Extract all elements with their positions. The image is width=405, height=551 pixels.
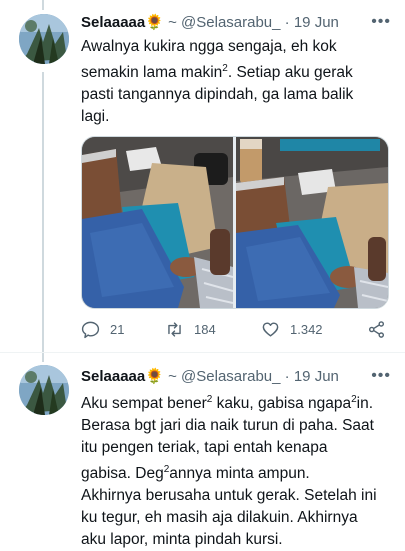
heart-icon [262,322,279,337]
photo-right-image [236,137,388,308]
like-count: 1.342 [290,322,323,337]
tweet-actions: 21 184 1.342 [81,320,391,340]
text-line: . Setiap aku gerak [227,64,353,82]
dot-separator: · [284,368,290,385]
text-line: Akhirnya berusaha untuk gerak. Setelah i… [81,487,377,505]
avatar-image [19,365,69,415]
tweet-header: Selaaaaa🌻 ~ @Selasarabu_ · 19 Jun [81,368,339,386]
tweet-header: Selaaaaa🌻 ~ @Selasarabu_ · 19 Jun [81,14,339,32]
photo-left-image [82,137,233,308]
tweet-media[interactable] [81,136,389,309]
text-line: in. [356,395,374,413]
text-line: Aku sempat bener [81,395,207,413]
text-line: lagi. [81,108,110,126]
sunflower-emoji: 🌻 [145,368,164,385]
text-line: Berasa bgt jari dia naik turun di paha. … [81,417,374,435]
more-icon[interactable]: ••• [371,13,391,31]
text-line: Awalnya kukira ngga sengaja, eh kok [81,38,337,55]
avatar[interactable] [19,365,69,415]
thread-line [42,72,44,362]
text-line: annya minta ampun. [169,465,310,483]
text-line: semakin lama makin [81,64,223,82]
display-name[interactable]: Selaaaaa [81,14,145,31]
retweet-count: 184 [194,322,216,337]
photo-right[interactable] [236,137,388,308]
name-separator: ~ [168,368,177,385]
text-line: kaku, gabisa ngapa [212,395,352,413]
tweet-2[interactable]: Selaaaaa🌻 ~ @Selasarabu_ · 19 Jun ••• Ak… [0,353,405,548]
share-button[interactable] [367,320,386,339]
reply-count: 21 [110,322,125,337]
photo-left[interactable] [82,137,233,308]
tweet-text: Aku sempat bener2 kaku, gabisa ngapa2in.… [81,389,391,551]
display-name[interactable]: Selaaaaa [81,368,145,385]
share-icon [368,321,385,338]
name-separator: ~ [168,14,177,31]
text-line: ku tegur, eh masih aja dilakuin. Akhirny… [81,509,358,527]
text-line: pasti tangannya dipindah, ga lama balik [81,86,354,104]
avatar-image [19,14,69,64]
tweet-1[interactable]: Selaaaaa🌻 ~ @Selasarabu_ · 19 Jun ••• Aw… [0,0,405,352]
text-line: gabisa. Deg [81,465,164,483]
sunflower-emoji: 🌻 [145,14,164,31]
tweet-text: Awalnya kukira ngga sengaja, eh kok sema… [81,36,391,128]
retweet-button[interactable]: 184 [165,320,216,339]
user-handle[interactable]: @Selasarabu_ [181,368,280,385]
text-line: itu pengen teriak, tapi entah kenapa [81,439,328,457]
dot-separator: · [284,14,290,31]
more-icon[interactable]: ••• [371,367,391,385]
user-handle[interactable]: @Selasarabu_ [181,14,280,31]
tweet-date[interactable]: 19 Jun [294,368,339,385]
tweet-date[interactable]: 19 Jun [294,14,339,31]
avatar[interactable] [19,14,69,64]
like-button[interactable]: 1.342 [261,320,323,339]
retweet-icon [168,322,181,337]
reply-icon [81,321,100,339]
reply-button[interactable]: 21 [81,320,124,339]
